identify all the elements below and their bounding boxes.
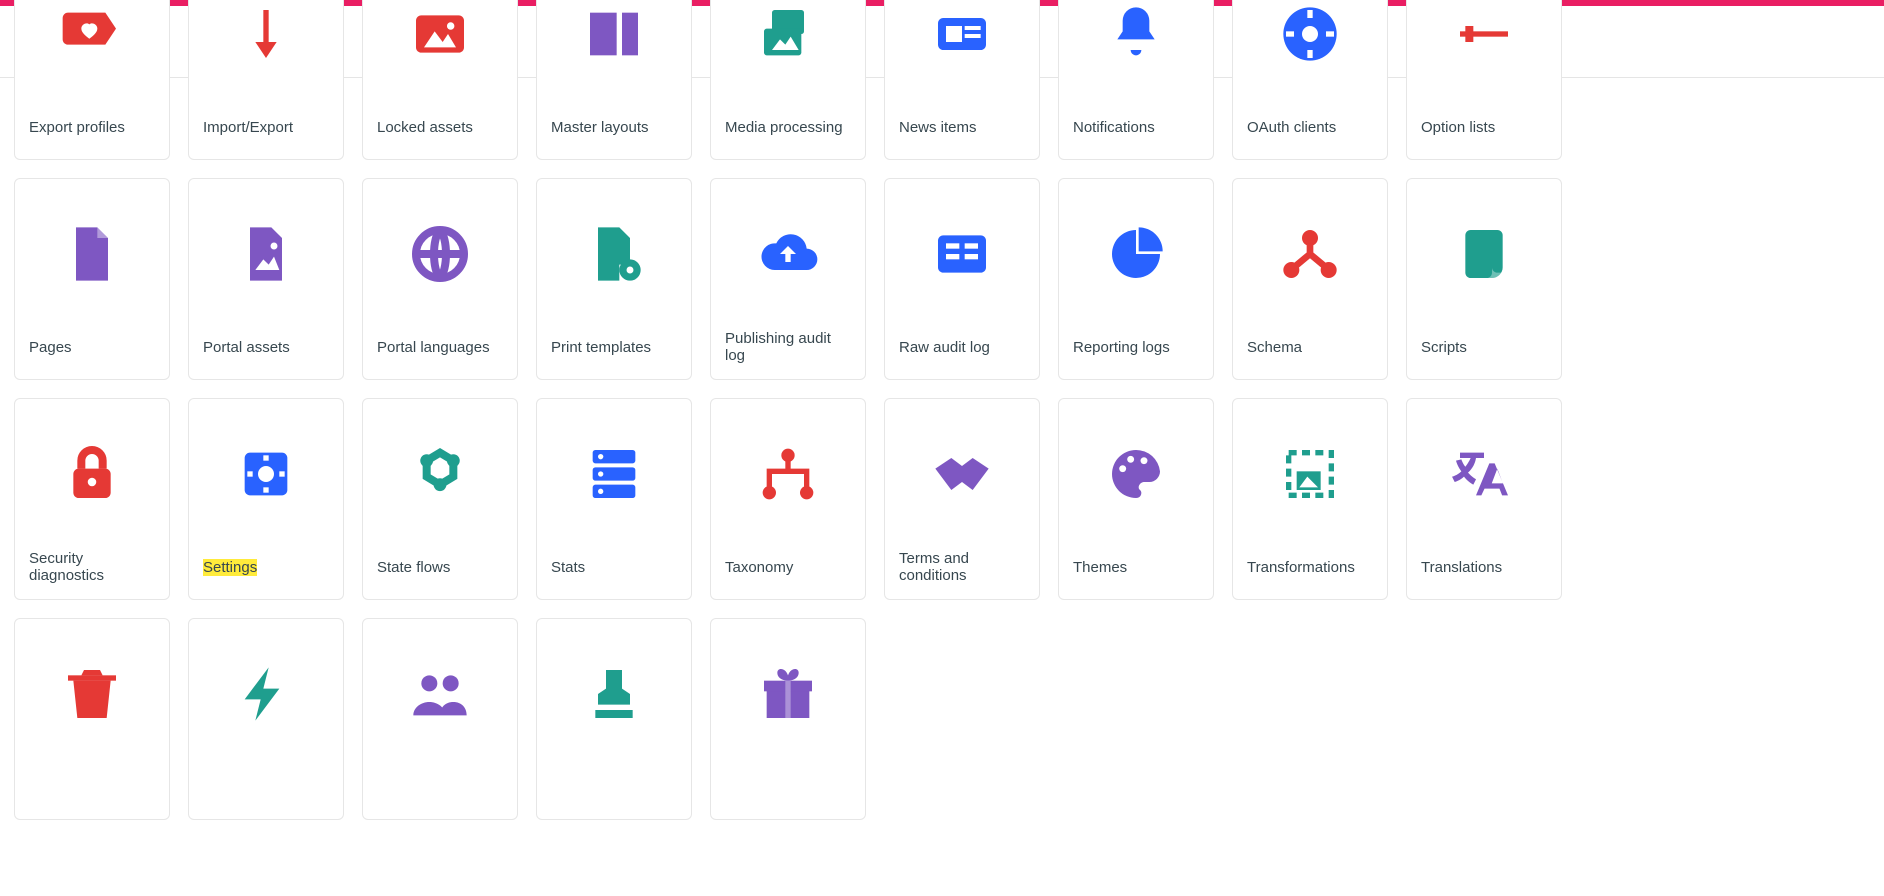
tile-label: Themes bbox=[1059, 549, 1213, 585]
bolt-icon bbox=[189, 619, 343, 769]
bell-icon bbox=[1059, 0, 1213, 109]
tile-label: Locked assets bbox=[363, 109, 517, 145]
tile-taxonomy[interactable]: Taxonomy bbox=[710, 398, 866, 600]
tile-publishing-audit[interactable]: Publishing audit log bbox=[710, 178, 866, 380]
tile-label: Portal languages bbox=[363, 329, 517, 365]
tile-label: Portal assets bbox=[189, 329, 343, 365]
people-icon bbox=[363, 619, 517, 769]
tile-label: News items bbox=[885, 109, 1039, 145]
page-image-icon bbox=[189, 179, 343, 329]
tile-label: Settings bbox=[189, 549, 343, 585]
hierarchy-icon bbox=[711, 399, 865, 549]
tile-media-processing[interactable]: Media processing bbox=[710, 0, 866, 160]
tile-notifications[interactable]: Notifications bbox=[1058, 0, 1214, 160]
server-icon bbox=[537, 399, 691, 549]
tile-label: Scripts bbox=[1407, 329, 1561, 365]
tile-label: Terms and conditions bbox=[885, 549, 1039, 585]
tile-reporting-logs[interactable]: Reporting logs bbox=[1058, 178, 1214, 380]
tile-import-export[interactable]: Import/Export bbox=[188, 0, 344, 160]
tile-label: Security diagnostics bbox=[15, 549, 169, 585]
handshake-icon bbox=[885, 399, 1039, 549]
tile-themes[interactable]: Themes bbox=[1058, 398, 1214, 600]
page-gear-icon bbox=[537, 179, 691, 329]
graph-nodes-icon bbox=[1233, 179, 1387, 329]
recycle-icon bbox=[363, 399, 517, 549]
tile-label bbox=[15, 769, 169, 805]
tile-label: Taxonomy bbox=[711, 549, 865, 585]
gift-icon bbox=[711, 619, 865, 769]
tile-label: Schema bbox=[1233, 329, 1387, 365]
tile-label: Export profiles bbox=[15, 109, 169, 145]
tile-export-profiles[interactable]: Export profiles bbox=[14, 0, 170, 160]
tile-people[interactable] bbox=[362, 618, 518, 820]
palette-icon bbox=[1059, 399, 1213, 549]
globe-icon bbox=[363, 179, 517, 329]
tile-oauth-clients[interactable]: OAuth clients bbox=[1232, 0, 1388, 160]
tile-stats[interactable]: Stats bbox=[536, 398, 692, 600]
tile-scripts[interactable]: Scripts bbox=[1406, 178, 1562, 380]
cog-box-icon bbox=[189, 399, 343, 549]
tile-label bbox=[711, 769, 865, 805]
scroll-icon bbox=[1407, 179, 1561, 329]
tile-label: Print templates bbox=[537, 329, 691, 365]
tile-label: Option lists bbox=[1407, 109, 1561, 145]
tile-label: Publishing audit log bbox=[711, 329, 865, 365]
tile-label: Stats bbox=[537, 549, 691, 585]
slider-line-icon bbox=[1407, 0, 1561, 109]
tile-schema[interactable]: Schema bbox=[1232, 178, 1388, 380]
tile-stamp[interactable] bbox=[536, 618, 692, 820]
tile-security-diagnostics[interactable]: Security diagnostics bbox=[14, 398, 170, 600]
tile-label: Pages bbox=[15, 329, 169, 365]
cloud-sync-icon bbox=[711, 179, 865, 329]
page-icon bbox=[15, 179, 169, 329]
tile-label: Notifications bbox=[1059, 109, 1213, 145]
tile-label: Transformations bbox=[1233, 549, 1387, 585]
tile-label: Import/Export bbox=[189, 109, 343, 145]
tile-label bbox=[363, 769, 517, 805]
tile-option-lists[interactable]: Option lists bbox=[1406, 0, 1562, 160]
tile-label: Master layouts bbox=[537, 109, 691, 145]
tile-raw-audit-log[interactable]: Raw audit log bbox=[884, 178, 1040, 380]
tile-label: OAuth clients bbox=[1233, 109, 1387, 145]
tile-locked-assets[interactable]: Locked assets bbox=[362, 0, 518, 160]
tile-news-items[interactable]: News items bbox=[884, 0, 1040, 160]
news-icon bbox=[885, 0, 1039, 109]
tile-grid-wrap: Export profiles Import/Export Locked asset… bbox=[0, 0, 1884, 820]
trash-icon bbox=[15, 619, 169, 769]
pie-chart-icon bbox=[1059, 179, 1213, 329]
tile-print-templates[interactable]: Print templates bbox=[536, 178, 692, 380]
tile-power[interactable] bbox=[188, 618, 344, 820]
tile-pages[interactable]: Pages bbox=[14, 178, 170, 380]
translate-icon bbox=[1407, 399, 1561, 549]
tile-label: Media processing bbox=[711, 109, 865, 145]
badge-cog-icon bbox=[1233, 0, 1387, 109]
tile-portal-languages[interactable]: Portal languages bbox=[362, 178, 518, 380]
tile-trash[interactable] bbox=[14, 618, 170, 820]
tile-label: Reporting logs bbox=[1059, 329, 1213, 365]
tile-label: Raw audit log bbox=[885, 329, 1039, 365]
tile-label: Translations bbox=[1407, 549, 1561, 585]
layout-blocks-icon bbox=[537, 0, 691, 109]
tile-terms[interactable]: Terms and conditions bbox=[884, 398, 1040, 600]
image-frame-icon bbox=[363, 0, 517, 109]
stamp-icon bbox=[537, 619, 691, 769]
tile-state-flows[interactable]: State flows bbox=[362, 398, 518, 600]
tile-label: State flows bbox=[363, 549, 517, 585]
lock-icon bbox=[15, 399, 169, 549]
crop-image-icon bbox=[1233, 399, 1387, 549]
data-grid-icon bbox=[885, 179, 1039, 329]
tile-gift[interactable] bbox=[710, 618, 866, 820]
tile-master-layouts[interactable]: Master layouts bbox=[536, 0, 692, 160]
arrow-down-icon bbox=[189, 0, 343, 109]
tile-grid: Export profiles Import/Export Locked asset… bbox=[14, 0, 1870, 820]
tile-label bbox=[537, 769, 691, 805]
tile-portal-assets[interactable]: Portal assets bbox=[188, 178, 344, 380]
tile-label bbox=[189, 769, 343, 805]
tile-translations[interactable]: Translations bbox=[1406, 398, 1562, 600]
media-stack-icon bbox=[711, 0, 865, 109]
tile-transformations[interactable]: Transformations bbox=[1232, 398, 1388, 600]
label-heart-icon bbox=[15, 0, 169, 109]
tile-settings[interactable]: Settings bbox=[188, 398, 344, 600]
